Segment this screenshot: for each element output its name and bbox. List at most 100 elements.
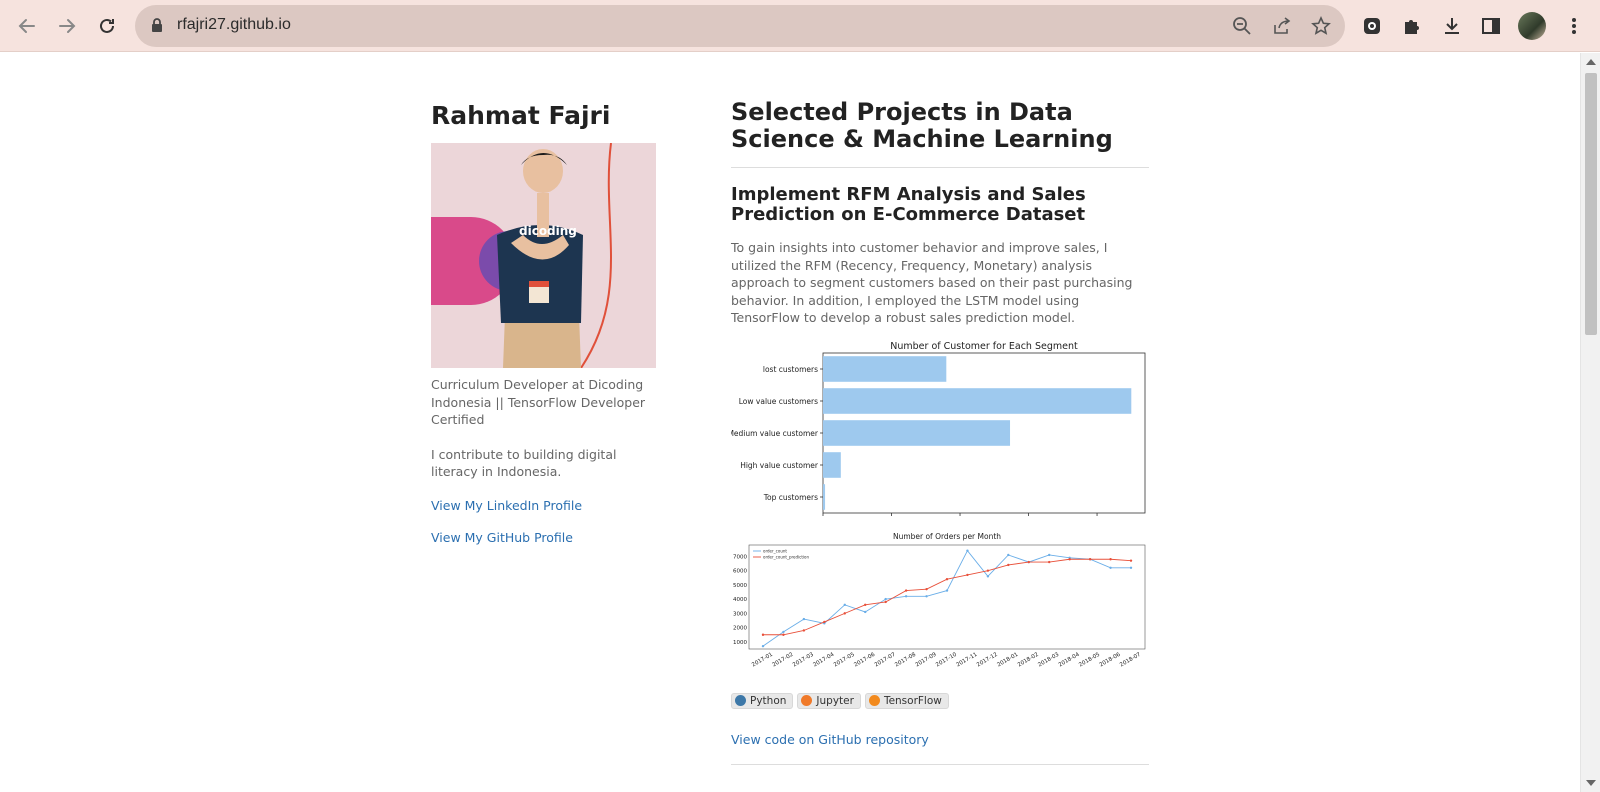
- x-tick-label: 10000: [880, 518, 902, 519]
- share-button[interactable]: [1271, 15, 1293, 37]
- data-point: [945, 588, 949, 592]
- chart-title: Number of Customer for Each Segment: [890, 341, 1078, 352]
- bar: [823, 355, 947, 382]
- address-bar[interactable]: rfajri27.github.io: [135, 5, 1345, 47]
- data-point: [884, 597, 887, 600]
- tech-badges: Python Jupyter TensorFlow: [731, 692, 1149, 709]
- badge-label: Python: [750, 694, 787, 707]
- data-point: [904, 588, 908, 592]
- bar: [823, 483, 826, 510]
- profile-name: Rahmat Fajri: [431, 101, 611, 130]
- plot-frame: [748, 544, 1146, 649]
- data-point: [1007, 563, 1010, 566]
- legend-label: order_count: [763, 548, 787, 553]
- jupyter-icon: [801, 695, 813, 706]
- extensions-button[interactable]: [1400, 14, 1424, 38]
- x-tick-label: 2017-06: [853, 651, 876, 668]
- downloads-button[interactable]: [1440, 14, 1464, 38]
- puzzle-icon: [1405, 20, 1419, 34]
- extension-button[interactable]: [1360, 14, 1384, 38]
- data-point: [986, 568, 990, 572]
- x-tick-label: 2017-10: [935, 651, 958, 668]
- share-icon: [1274, 17, 1291, 34]
- side-panel-icon: [1482, 18, 1500, 34]
- back-button[interactable]: [11, 10, 43, 42]
- data-point: [986, 574, 990, 578]
- forward-button[interactable]: [51, 10, 83, 42]
- data-point: [782, 633, 785, 636]
- data-point: [864, 610, 867, 613]
- scroll-thumb[interactable]: [1585, 73, 1597, 335]
- badge-python: Python: [731, 692, 794, 709]
- data-point: [966, 548, 969, 552]
- x-tick-label: 2017-07: [874, 651, 897, 668]
- scroll-up-arrow[interactable]: [1586, 59, 1596, 65]
- github-link[interactable]: View My GitHub Profile: [431, 530, 661, 545]
- profile-sidebar: Rahmat Fajri dicoding Curriculum Develop…: [431, 101, 661, 545]
- y-tick-label: Medium value customer: [731, 429, 819, 438]
- zoom-button[interactable]: [1231, 15, 1253, 37]
- project-description: To gain insights into customer behavior …: [731, 240, 1133, 325]
- x-tick-label: 20000: [949, 518, 971, 519]
- bookmark-button[interactable]: [1310, 15, 1332, 37]
- data-point: [884, 600, 887, 603]
- data-point: [761, 633, 765, 636]
- data-point: [823, 620, 826, 623]
- repo-link[interactable]: View code on GitHub repository: [731, 732, 1149, 747]
- badge-label: TensorFlow: [883, 694, 942, 707]
- orders-line-chart: Number of Orders per Month 1000 2000 3000 40…: [733, 532, 1146, 668]
- vertical-scrollbar[interactable]: [1580, 53, 1600, 792]
- y-tick-label: Low value customers: [739, 397, 818, 406]
- url-text: rfajri27.github.io: [177, 16, 291, 33]
- data-point: [1088, 557, 1092, 560]
- x-tick-label: 2017-04: [812, 651, 835, 668]
- segment-bar-chart: Number of Customer for Each Segment lost …: [731, 341, 1146, 519]
- x-tick-label: 2018-05: [1078, 651, 1101, 668]
- linkedin-link[interactable]: View My LinkedIn Profile: [431, 498, 661, 513]
- profile-avatar[interactable]: [1518, 12, 1546, 40]
- record-icon: [1364, 18, 1380, 34]
- chart-title: Number of Orders per Month: [893, 532, 1001, 541]
- kebab-menu-icon: [1572, 18, 1576, 34]
- side-panel-button[interactable]: [1479, 14, 1503, 38]
- series-line: [763, 558, 1132, 635]
- y-tick-label: Top customers: [763, 493, 818, 502]
- projects-section: Selected Projects in Data Science & Mach…: [731, 99, 1149, 765]
- profile-photo-image: dicoding: [431, 143, 656, 368]
- data-point: [966, 573, 969, 576]
- bar: [823, 451, 841, 478]
- data-point: [1129, 558, 1133, 562]
- project-title: Implement RFM Analysis and Sales Predict…: [731, 184, 1086, 225]
- x-tick-label: 2017-08: [894, 651, 917, 668]
- profile-bio-secondary: I contribute to building digital literac…: [431, 446, 617, 480]
- profile-photo: dicoding: [431, 143, 656, 368]
- x-tick-label: 2017-02: [771, 651, 794, 668]
- scroll-down-arrow[interactable]: [1586, 780, 1596, 786]
- x-tick-label: 2018-06: [1099, 651, 1122, 668]
- x-tick-label: 2017-12: [976, 651, 999, 668]
- x-tick-label: 2018-02: [1017, 651, 1040, 668]
- x-tick-label: 40000: [1086, 518, 1108, 519]
- data-point: [904, 594, 908, 597]
- svg-text:dicoding: dicoding: [519, 224, 577, 238]
- reload-button[interactable]: [91, 10, 123, 42]
- data-point: [843, 611, 846, 615]
- bar: [823, 387, 1132, 414]
- y-tick-label: lost customers: [763, 365, 818, 374]
- arrow-left-icon: [18, 19, 35, 33]
- download-icon: [1445, 18, 1459, 34]
- y-tick-label: 7000: [733, 554, 747, 560]
- data-point: [925, 587, 928, 590]
- data-point: [1109, 566, 1112, 569]
- y-tick-label: 4000: [733, 597, 747, 603]
- y-tick-label: 5000: [733, 582, 747, 588]
- data-point: [1129, 566, 1133, 569]
- menu-button[interactable]: [1562, 14, 1586, 38]
- data-point: [864, 603, 867, 606]
- x-tick-label: 2017-09: [915, 651, 938, 668]
- series-line: [762, 549, 1131, 647]
- data-point: [1027, 560, 1030, 563]
- x-tick-label: 2018-01: [996, 651, 1019, 668]
- x-tick-label: 2017-03: [792, 651, 815, 668]
- data-point: [761, 644, 765, 647]
